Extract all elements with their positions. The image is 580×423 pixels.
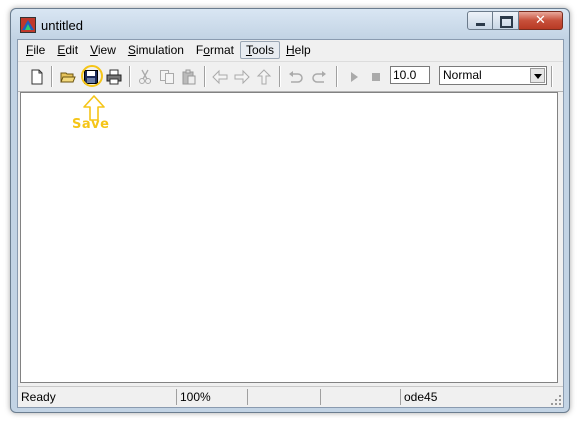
close-button[interactable]: ✕	[519, 11, 563, 30]
simulation-mode-select[interactable]: Normal	[439, 66, 547, 85]
paste-icon	[182, 69, 196, 85]
menu-format-label: rmat	[209, 43, 234, 57]
menu-help[interactable]: Help	[280, 41, 317, 59]
stop-time-input[interactable]: 10.0	[390, 66, 430, 84]
paste-button[interactable]	[179, 67, 199, 87]
back-button[interactable]	[210, 67, 230, 87]
new-icon	[31, 69, 43, 85]
undo-button[interactable]	[286, 67, 306, 87]
menu-format[interactable]: Format	[190, 41, 240, 59]
toolbar-separator	[336, 66, 338, 87]
menu-tools[interactable]: Tools	[239, 41, 280, 59]
model-canvas[interactable]: Save	[20, 92, 558, 383]
forward-button[interactable]	[232, 67, 252, 87]
minimize-button[interactable]	[467, 11, 493, 30]
toolbar: 10.0 Normal	[18, 61, 563, 92]
simulation-mode-value: Normal	[443, 68, 482, 82]
print-button[interactable]	[104, 67, 124, 87]
redo-button[interactable]	[309, 67, 329, 87]
menu-edit-label: dit	[65, 43, 79, 57]
menu-file[interactable]: File	[20, 41, 51, 59]
menu-help-key: H	[285, 43, 295, 57]
maximize-button[interactable]	[493, 11, 519, 30]
toolbar-separator	[129, 66, 131, 87]
toolbar-separator	[51, 66, 53, 87]
window-title: untitled	[41, 18, 83, 33]
menu-help-label: elp	[294, 43, 311, 57]
resize-grip-icon[interactable]	[550, 394, 562, 406]
stop-simulation-button[interactable]	[366, 67, 386, 87]
menu-bar: File Edit View Simulation Format Tools H…	[18, 40, 563, 60]
menu-file-label: ile	[33, 43, 46, 57]
toolbar-separator	[279, 66, 281, 87]
menu-simulation-label: imulation	[135, 43, 184, 57]
toolbar-separator	[204, 66, 206, 87]
up-button[interactable]	[254, 67, 274, 87]
toolbar-separator	[551, 66, 553, 87]
menu-view-key: V	[90, 43, 98, 57]
client-area: File Edit View Simulation Format Tools H…	[17, 39, 564, 408]
status-state: Ready	[21, 390, 56, 404]
copy-button[interactable]	[157, 67, 177, 87]
redo-icon	[312, 71, 326, 83]
cut-icon	[139, 69, 151, 84]
status-panel-empty	[320, 389, 400, 405]
window-controls: ✕	[467, 11, 563, 30]
print-icon	[106, 69, 122, 85]
open-button[interactable]	[58, 67, 78, 87]
stop-icon	[372, 73, 380, 81]
forward-icon	[234, 69, 250, 85]
copy-icon	[160, 70, 174, 84]
start-simulation-button[interactable]	[344, 67, 364, 87]
cut-button[interactable]	[135, 67, 155, 87]
status-zoom: 100%	[176, 389, 247, 405]
close-icon: ✕	[535, 13, 546, 28]
menu-view-label: iew	[97, 43, 116, 57]
menu-format-key: o	[203, 43, 210, 57]
status-solver: ode45	[400, 389, 540, 405]
menu-edit[interactable]: Edit	[51, 41, 84, 59]
back-icon	[212, 69, 228, 85]
save-annotation-label: Save	[72, 117, 110, 132]
chevron-down-icon[interactable]	[530, 68, 545, 83]
title-bar[interactable]: untitled ✕	[11, 9, 569, 39]
up-icon	[256, 69, 272, 85]
menu-simulation[interactable]: Simulation	[122, 41, 190, 59]
status-panel-empty	[247, 389, 320, 405]
menu-tools-label: ools	[251, 43, 274, 57]
menu-view[interactable]: View	[84, 41, 122, 59]
menu-simulation-key: S	[127, 43, 136, 57]
open-icon	[60, 72, 76, 83]
new-button[interactable]	[27, 67, 47, 87]
save-highlight-circle	[81, 65, 103, 87]
simulink-app-icon	[20, 17, 36, 33]
start-icon	[351, 72, 358, 82]
undo-icon	[289, 71, 303, 83]
status-bar: Ready 100% ode45	[18, 386, 563, 407]
simulink-window: untitled ✕ File Edit View Simulation For…	[10, 8, 570, 413]
